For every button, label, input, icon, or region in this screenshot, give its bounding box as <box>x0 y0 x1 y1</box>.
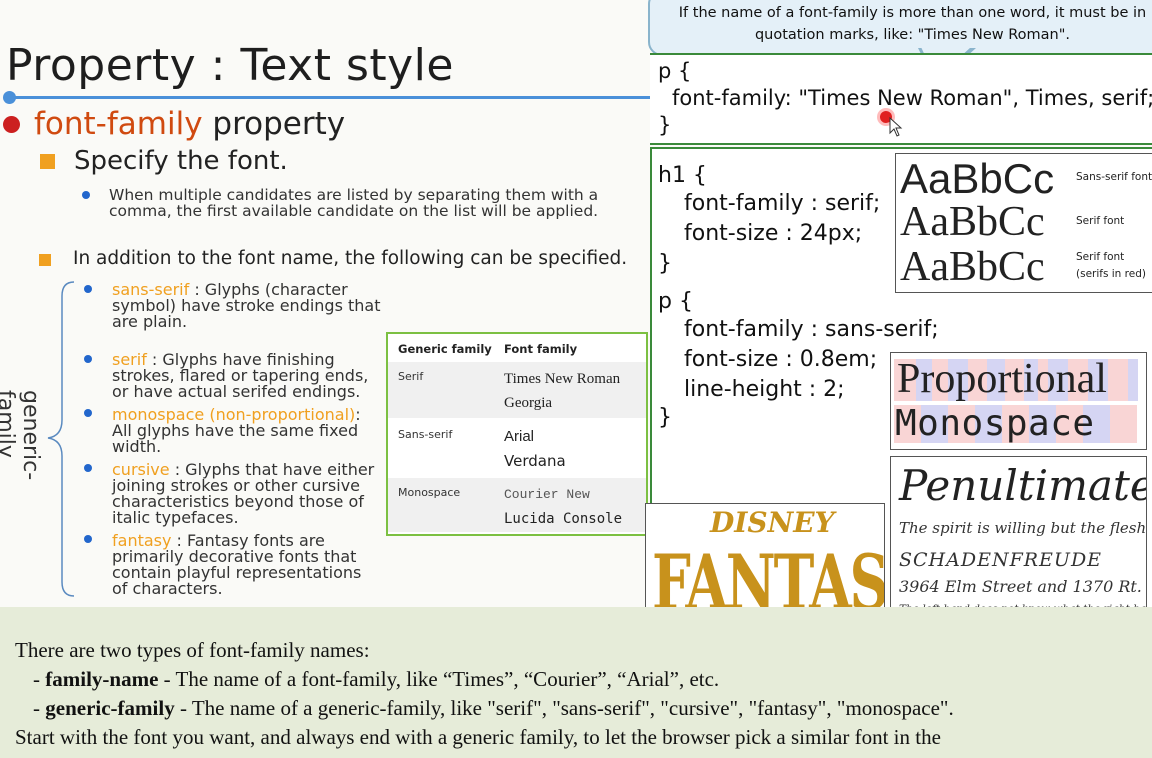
font-sample-aabbcc: AaBbCc Sans-serif font AaBbCc Serif font… <box>895 153 1152 293</box>
title-line-dot <box>3 91 16 104</box>
generic-item-serif: serif : Glyphs have finishing strokes, f… <box>112 350 369 401</box>
callout-text: If the name of a font-family is more tha… <box>678 5 1147 43</box>
generic-item-fantasy: fantasy : Fantasy fonts are primarily de… <box>112 531 362 598</box>
generic-item-cursive: cursive : Glyphs that have either joinin… <box>112 460 375 527</box>
slide-title: Property : Text style <box>6 40 454 91</box>
font-sample-proportional-monospace: Proportional Monospace <box>890 352 1147 450</box>
generic-item-monospace: monospace (non-proportional): All glyphs… <box>112 405 361 456</box>
generic-family-label: generic-family <box>0 390 43 481</box>
item-bullet <box>84 535 92 543</box>
disney-logo-text: DISNEY <box>710 506 835 539</box>
item-bullet <box>84 464 92 472</box>
summary-panel: There are two types of font-family names… <box>0 607 1152 758</box>
heading-keyword: font-family <box>34 106 203 142</box>
item-bullet <box>84 409 92 417</box>
generic-family-table: Generic family Font family Serif Times N… <box>386 332 648 536</box>
table-row: Serif Times New Roman Georgia <box>388 362 646 418</box>
note-bullet <box>82 191 90 199</box>
addition-text: In addition to the font name, the follow… <box>73 248 628 269</box>
multiple-candidates-note: When multiple candidates are listed by s… <box>109 186 599 220</box>
table-row: Monospace Courier New Lucida Console <box>388 478 646 532</box>
table-row: Sans-serif Arial Verdana <box>398 428 566 470</box>
table-header-generic: Generic family <box>398 342 492 356</box>
summary-line-4: Start with the font you want, and always… <box>15 725 941 749</box>
item-bullet <box>84 285 92 293</box>
title-underline <box>8 96 650 99</box>
table-header-font: Font family <box>504 342 578 356</box>
generic-bracket <box>47 281 75 597</box>
addition-bullet <box>39 254 51 266</box>
specify-bullet <box>40 154 55 169</box>
summary-line-3: - generic-family - The name of a generic… <box>33 696 954 720</box>
specify-text: Specify the font. <box>74 146 288 176</box>
font-sample-cursive: Penultimate The spirit is willing but th… <box>890 456 1147 624</box>
mouse-cursor-icon <box>889 117 903 137</box>
summary-line-2: - family-name - The name of a font-famil… <box>33 667 720 691</box>
generic-item-sans-serif: sans-serif : Glyphs (character symbol) h… <box>112 280 381 331</box>
item-bullet <box>84 355 92 363</box>
summary-line-1: There are two types of font-family names… <box>15 638 370 662</box>
heading-bullet <box>3 116 20 133</box>
heading-rest: property <box>202 106 346 142</box>
font-family-heading: font-family property <box>34 106 345 142</box>
